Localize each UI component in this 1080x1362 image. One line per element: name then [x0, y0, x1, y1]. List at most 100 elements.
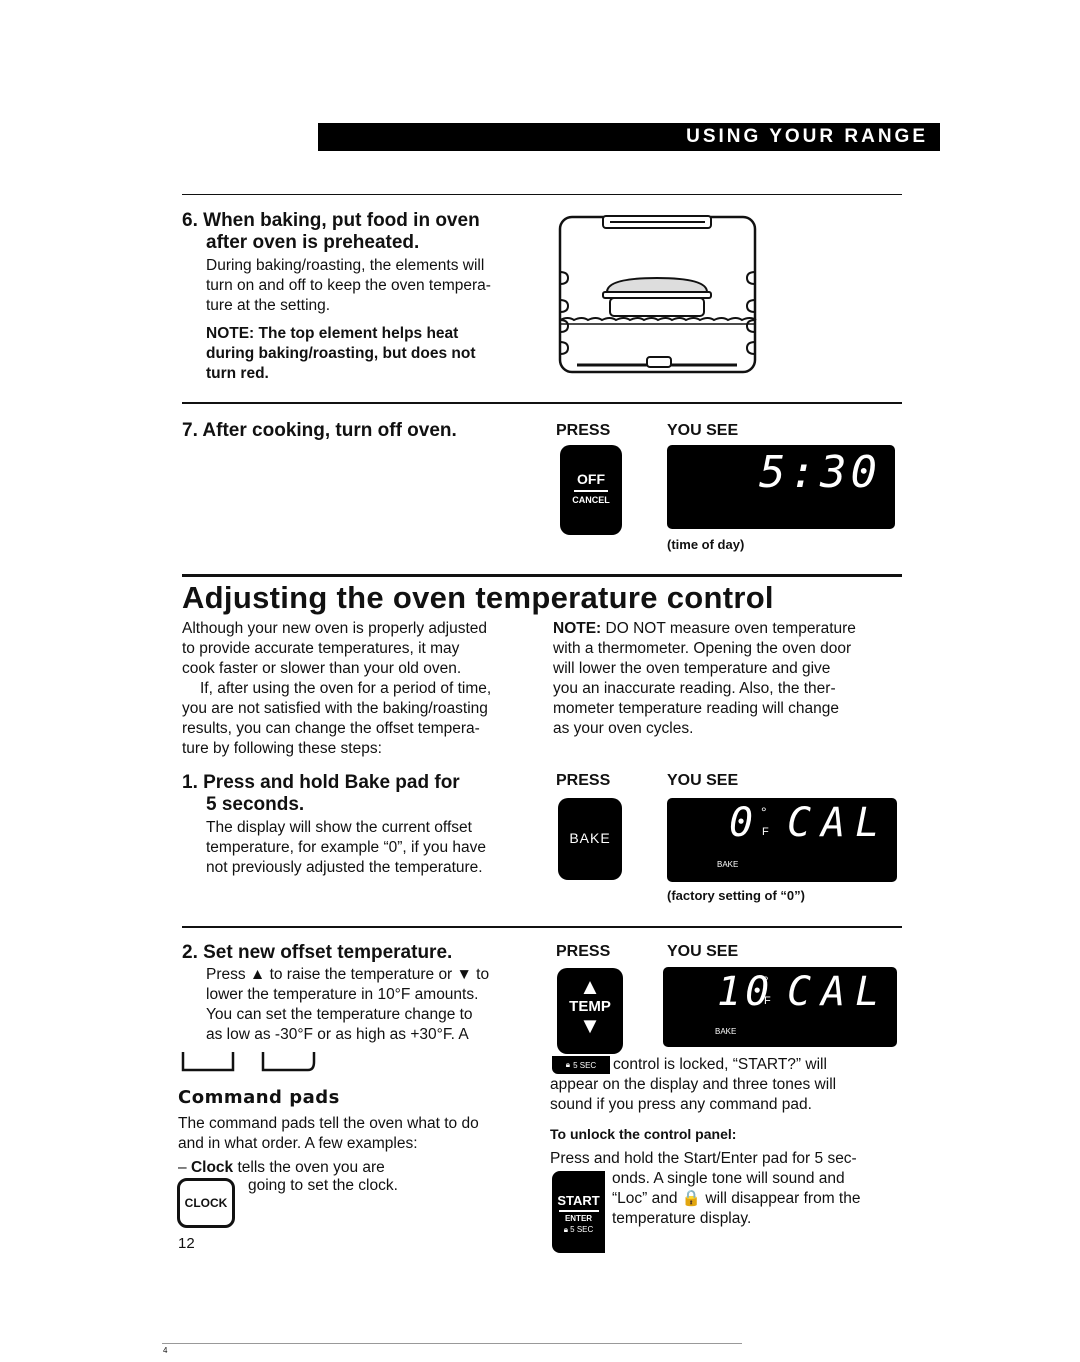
off-cancel-button[interactable]: OFF CANCEL	[560, 445, 622, 535]
body-line: with a thermometer. Opening the oven doo…	[553, 640, 852, 657]
step-6-body: During baking/roasting, the elements wil…	[182, 256, 527, 316]
body-line: Press and hold the Start/Enter pad for 5…	[550, 1150, 857, 1167]
body-line: turn on and off to keep the oven tempera…	[206, 277, 491, 294]
fahrenheit-symbol: F	[762, 826, 769, 838]
body-line: The display will show the current offset	[206, 819, 472, 836]
command-pads-title: Command pads	[178, 1087, 340, 1108]
section-title: Adjusting the oven temperature control	[182, 580, 774, 615]
oven-interior-with-pan-icon	[558, 215, 757, 374]
enter-label: ENTER	[564, 1214, 593, 1223]
time-value: 5:30	[759, 447, 881, 498]
body-line: You can set the temperature change to	[206, 1006, 473, 1023]
title-line: When baking, put food in oven	[203, 210, 480, 231]
body-line: temperature, for example “0”, if you hav…	[206, 839, 486, 856]
body-line: temperature display.	[612, 1210, 752, 1227]
divider	[182, 194, 902, 195]
cancel-label: CANCEL	[572, 495, 610, 505]
divider	[182, 926, 902, 928]
body-text: tells the oven you are	[233, 1159, 385, 1176]
body-line: and in what order. A few examples:	[178, 1135, 418, 1152]
you-see-label: YOU SEE	[667, 772, 739, 789]
temp-up-icon[interactable]: ▲	[557, 976, 623, 998]
bottom-rule	[162, 1343, 742, 1344]
body-line: control is locked, “START?” will	[613, 1056, 827, 1073]
body-line: ture by following these steps:	[182, 740, 382, 757]
lock-icon: 🔒︎	[565, 1060, 571, 1069]
cal-text: CAL	[787, 800, 890, 846]
body-line: you are not satisfied with the baking/ro…	[182, 700, 488, 717]
press-label: PRESS	[556, 943, 611, 960]
body-line: ture at the setting.	[206, 297, 331, 314]
factory-caption: (factory setting of “0”)	[667, 888, 805, 903]
body-line: not previously adjusted the temperature.	[206, 859, 483, 876]
start-label: START	[557, 1193, 600, 1208]
step-1: 1. Press and hold Bake pad for 5 seconds…	[182, 772, 537, 878]
body-line: If, after using the oven for a period of…	[200, 680, 492, 697]
unlock-body: onds. A single tone will sound and “Loc”…	[612, 1169, 860, 1229]
body-line: lower the temperature in 10°F amounts.	[206, 986, 479, 1003]
bake-button[interactable]: BAKE	[558, 798, 622, 880]
step-number: 6.	[182, 210, 198, 231]
divider	[182, 574, 902, 577]
temp-down-icon[interactable]: ▼	[557, 1015, 623, 1037]
badge-label: 5 SEC	[573, 1060, 597, 1070]
clock-description: – Clock tells the oven you are	[178, 1158, 385, 1178]
body-line: Press ▲ to raise the temperature or ▼ to	[206, 966, 490, 983]
step-1-body: The display will show the current offset…	[182, 818, 537, 878]
divider	[182, 402, 902, 404]
calibration-display-10: 10 ° F CAL BAKE	[663, 967, 897, 1047]
body-line: “Loc” and 🔒 will disappear from the	[612, 1190, 861, 1207]
body-line: going to set the clock.	[248, 1177, 398, 1194]
body-line: to provide accurate temperatures, it may	[182, 640, 460, 657]
clock-term: Clock	[190, 1159, 234, 1176]
body-line: as low as -30°F or as high as +30°F. A	[206, 1026, 469, 1043]
press-label: PRESS	[556, 422, 611, 439]
pad-divider	[574, 490, 608, 492]
intro-left: Although your new oven is properly adjus…	[182, 619, 542, 759]
body-line: you an inaccurate reading. Also, the the…	[553, 680, 836, 697]
command-pads-body: The command pads tell the oven what to d…	[178, 1114, 479, 1154]
press-label: PRESS	[556, 772, 611, 789]
bake-label: BAKE	[569, 830, 611, 846]
body-line: onds. A single tone will sound and	[612, 1170, 845, 1187]
fahrenheit-symbol: F	[764, 995, 771, 1007]
step-7-title: 7. After cooking, turn off oven.	[182, 420, 457, 441]
lock-5sec-badge: 🔒︎ 5 SEC	[552, 1056, 610, 1074]
degree-symbol: °	[763, 973, 769, 989]
note-line: NOTE: The top element helps heat	[206, 325, 459, 342]
body-line: appear on the display and three tones wi…	[550, 1076, 837, 1093]
body-line: During baking/roasting, the elements wil…	[206, 257, 485, 274]
step-2: 2. Set new offset temperature. Press ▲ t…	[182, 942, 542, 1045]
time-caption: (time of day)	[667, 537, 745, 552]
section-banner: USING YOUR RANGE	[318, 123, 940, 151]
note-line: turn red.	[206, 365, 269, 382]
off-label: OFF	[577, 471, 605, 487]
unlock-title: To unlock the control panel:	[550, 1126, 737, 1142]
title-line: 1. Press and hold Bake pad for	[182, 772, 460, 793]
body-line: results, you can change the offset tempe…	[182, 720, 480, 737]
temp-button[interactable]: ▲ TEMP ▼	[557, 968, 623, 1054]
pad-divider	[558, 1210, 599, 1212]
calibration-display: 0 ° F CAL BAKE	[667, 798, 897, 882]
time-display: 5:30	[667, 445, 895, 529]
note-right: NOTE: DO NOT measure oven temperature wi…	[553, 619, 908, 739]
note-label: NOTE:	[553, 620, 602, 637]
clipped-pad-outlines-icon	[181, 1052, 316, 1072]
page-number: 12	[178, 1235, 195, 1252]
bake-indicator: BAKE	[715, 1027, 737, 1036]
note-line: during baking/roasting, but does not	[206, 345, 476, 362]
start-enter-button[interactable]: START ENTER 🔒︎ 5 SEC	[552, 1171, 605, 1253]
body-line: cook faster or slower than your old oven…	[182, 660, 462, 677]
corner-mark: 4	[163, 1346, 168, 1355]
body-line: will lower the oven temperature and give	[553, 660, 831, 677]
clock-button[interactable]: CLOCK	[177, 1178, 235, 1228]
dash: –	[178, 1159, 191, 1176]
you-see-label: YOU SEE	[667, 422, 739, 439]
you-see-label: YOU SEE	[667, 943, 739, 960]
bake-indicator: BAKE	[717, 860, 739, 869]
sec-label: 5 SEC	[570, 1225, 594, 1234]
step-6: 6. When baking, put food in oven after o…	[182, 210, 527, 384]
step-2-body: Press ▲ to raise the temperature or ▼ to…	[182, 965, 542, 1045]
step-2-title: 2. Set new offset temperature.	[182, 942, 453, 963]
lock-5sec-label: 🔒︎ 5 SEC	[552, 1225, 605, 1235]
